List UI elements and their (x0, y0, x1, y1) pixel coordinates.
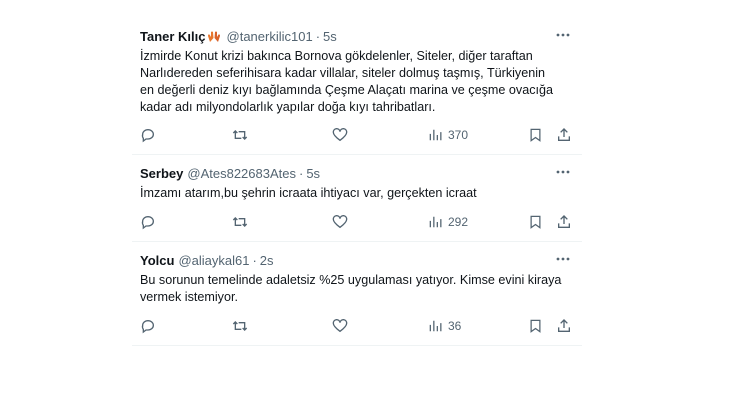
timestamp[interactable]: 2s (260, 252, 274, 269)
separator: · (298, 166, 304, 181)
tweet[interactable]: Yolcu @aliaykal61 · 2s Bu sorunun temeli… (132, 242, 582, 346)
author-name[interactable]: Taner Kılıç (140, 28, 206, 45)
share-icon[interactable] (556, 318, 572, 334)
tweet-actions: 292 (140, 213, 570, 231)
tweet-feed: Taner Kılıç @tanerkilic101 · 5s İzmirde … (132, 18, 582, 346)
bookmark-icon[interactable] (528, 214, 543, 230)
tweet[interactable]: Taner Kılıç @tanerkilic101 · 5s İzmirde … (132, 18, 582, 155)
like-icon[interactable] (332, 214, 348, 230)
separator: · (252, 253, 257, 268)
retweet-icon[interactable] (232, 318, 248, 334)
author-name[interactable]: Serbey (140, 165, 183, 182)
like-icon[interactable] (332, 318, 348, 334)
tweet-text: İzmirde Konut krizi bakınca Bornova gökd… (140, 49, 554, 114)
reply-icon[interactable] (140, 127, 156, 143)
views-icon (429, 129, 442, 141)
tweet-text: Bu sorunun temelinde adaletsiz %25 uygul… (140, 273, 562, 304)
share-icon[interactable] (556, 127, 572, 143)
like-icon[interactable] (332, 127, 348, 143)
reply-icon[interactable] (140, 214, 156, 230)
more-icon[interactable] (554, 163, 572, 181)
views-icon (429, 320, 442, 332)
author-handle[interactable]: @aliaykal61 (178, 252, 249, 269)
author-handle[interactable]: @Ates822683Ates (187, 165, 296, 182)
author-name[interactable]: Yolcu (140, 252, 174, 269)
tweet-header: Serbey @Ates822683Ates · 5s (140, 165, 574, 182)
tweet-actions: 370 (140, 126, 570, 144)
separator: · (315, 29, 321, 44)
retweet-icon[interactable] (232, 214, 248, 230)
views-button[interactable]: 36 (428, 319, 461, 333)
views-button[interactable]: 370 (428, 128, 468, 142)
bookmark-icon[interactable] (528, 318, 543, 334)
tweet-header: Taner Kılıç @tanerkilic101 · 5s (140, 28, 574, 45)
views-count: 292 (448, 215, 469, 229)
author-handle[interactable]: @tanerkilic101 (227, 28, 313, 45)
timestamp[interactable]: 5s (306, 165, 320, 182)
tweet-actions: 36 (140, 317, 570, 335)
timestamp[interactable]: 5s (323, 28, 337, 45)
share-icon[interactable] (556, 214, 572, 230)
more-icon[interactable] (554, 26, 572, 44)
tweet-text: İmzamı atarım,bu şehrin icraata ihtiyacı… (140, 186, 477, 200)
tweet[interactable]: Serbey @Ates822683Ates · 5s İmzamı atarı… (132, 155, 582, 242)
bookmark-icon[interactable] (528, 127, 543, 143)
more-icon[interactable] (554, 250, 572, 268)
tweet-header: Yolcu @aliaykal61 · 2s (140, 252, 574, 269)
views-count: 36 (448, 319, 462, 333)
views-icon (429, 216, 442, 228)
views-count: 370 (448, 128, 469, 142)
reply-icon[interactable] (140, 318, 156, 334)
hands-emoji-icon (207, 30, 221, 43)
views-button[interactable]: 292 (428, 215, 468, 229)
retweet-icon[interactable] (232, 127, 248, 143)
